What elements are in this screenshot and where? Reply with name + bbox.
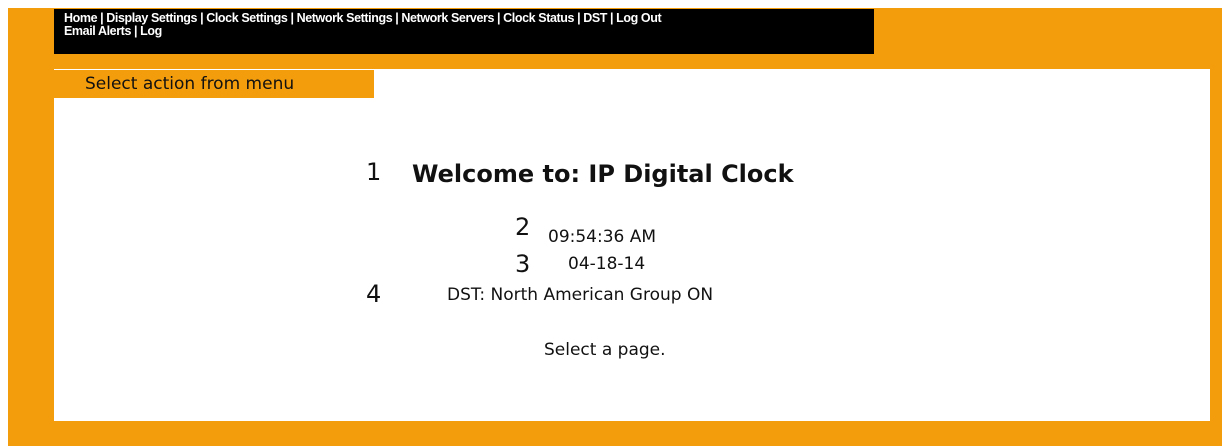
annotation-number-2: 2: [515, 213, 531, 241]
dst-status: DST: North American Group ON: [447, 285, 714, 305]
nav-email-alerts-link[interactable]: Email Alerts: [64, 24, 131, 38]
nav-separator: |: [577, 11, 581, 25]
nav-log-link[interactable]: Log: [140, 24, 162, 38]
nav-display-settings-link[interactable]: Display Settings: [106, 11, 197, 25]
nav-separator: |: [610, 11, 614, 25]
annotation-number-1: 1: [366, 158, 382, 186]
welcome-heading: Welcome to: IP Digital Clock: [412, 160, 794, 188]
nav-separator: |: [100, 11, 104, 25]
nav-row-2: Email Alerts | Log: [64, 25, 874, 38]
nav-separator: |: [134, 24, 138, 38]
select-page-prompt: Select a page.: [544, 340, 666, 360]
nav-network-settings-link[interactable]: Network Settings: [297, 11, 393, 25]
nav-separator: |: [200, 11, 204, 25]
nav-row-1: Home | Display Settings | Clock Settings | Net…: [64, 12, 874, 25]
current-date: 04-18-14: [568, 254, 646, 274]
annotation-number-4: 4: [366, 280, 382, 308]
nav-log-out-link[interactable]: Log Out: [616, 11, 662, 25]
annotation-number-3: 3: [515, 250, 531, 278]
nav-network-servers-link[interactable]: Network Servers: [401, 11, 494, 25]
nav-menu: Home | Display Settings | Clock Settings | Net…: [54, 9, 874, 54]
nav-separator: |: [497, 11, 501, 25]
nav-separator: |: [290, 11, 294, 25]
nav-clock-status-link[interactable]: Clock Status: [503, 11, 574, 25]
nav-separator: |: [395, 11, 399, 25]
nav-dst-link[interactable]: DST: [583, 11, 607, 25]
action-label: Select action from menu: [54, 70, 374, 98]
current-time: 09:54:36 AM: [548, 227, 657, 247]
nav-home-link[interactable]: Home: [64, 11, 98, 25]
nav-clock-settings-link[interactable]: Clock Settings: [206, 11, 288, 25]
